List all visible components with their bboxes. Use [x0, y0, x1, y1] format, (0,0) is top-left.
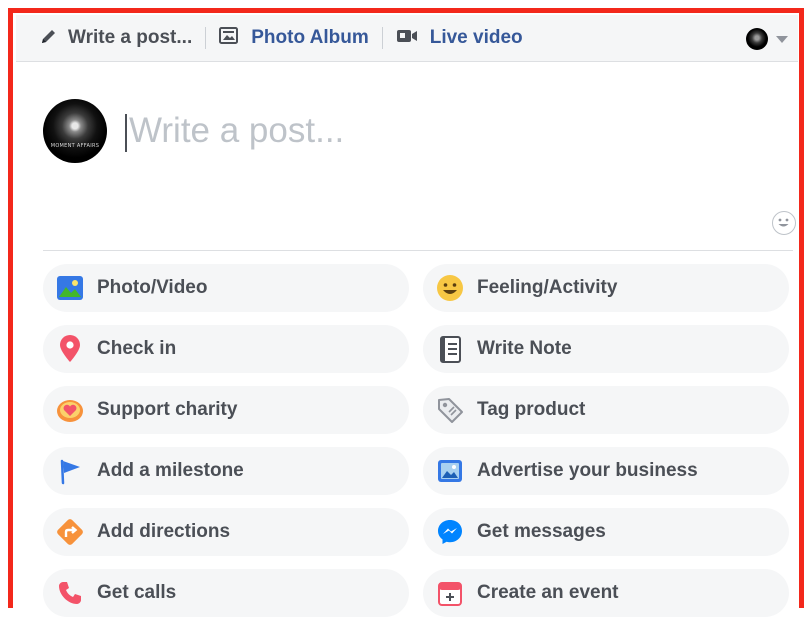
action-get-calls-label: Get calls: [97, 582, 177, 603]
smiley-face-icon[interactable]: [772, 211, 796, 235]
post-text-input[interactable]: [129, 107, 689, 155]
composer-divider: [43, 250, 793, 251]
action-support-charity-label: Support charity: [97, 399, 238, 420]
action-feeling-activity[interactable]: Feeling/Activity: [423, 264, 789, 312]
action-photo-video[interactable]: Photo/Video: [43, 264, 409, 312]
messenger-icon: [435, 517, 465, 547]
tab-photo-album-label: Photo Album: [251, 27, 369, 48]
advertise-icon: [435, 456, 465, 486]
action-get-messages[interactable]: Get messages: [423, 508, 789, 556]
action-get-messages-label: Get messages: [477, 521, 606, 542]
composer-body: MOMENT AFFAIRS: [13, 63, 799, 253]
price-tag-icon: [435, 395, 465, 425]
action-add-directions-label: Add directions: [97, 521, 231, 542]
calendar-event-icon: [435, 578, 465, 608]
tab-separator: [381, 27, 383, 49]
text-cursor: [125, 114, 127, 152]
action-write-note-label: Write Note: [477, 338, 572, 359]
directions-icon: [55, 517, 85, 547]
action-write-note[interactable]: Write Note: [423, 325, 789, 373]
feeling-emoji-icon: [435, 273, 465, 303]
video-camera-icon: [396, 28, 418, 49]
profile-avatar: MOMENT AFFAIRS: [43, 99, 107, 163]
action-feeling-activity-label: Feeling/Activity: [477, 277, 618, 298]
action-advertise-business[interactable]: Advertise your business: [423, 447, 789, 495]
tab-separator: [205, 27, 207, 49]
composer-frame: Write a post... Photo Album Live video M…: [8, 8, 804, 617]
composer-toolbar: Write a post... Photo Album Live video: [16, 15, 798, 62]
charity-heart-icon: [55, 395, 85, 425]
action-check-in[interactable]: Check in: [43, 325, 409, 373]
action-add-milestone-label: Add a milestone: [97, 460, 244, 481]
phone-icon: [55, 578, 85, 608]
location-pin-icon: [55, 334, 85, 364]
action-get-calls[interactable]: Get calls: [43, 569, 409, 617]
account-switcher[interactable]: [746, 28, 788, 50]
action-create-event[interactable]: Create an event: [423, 569, 789, 617]
photo-album-icon: [219, 26, 239, 50]
action-tag-product-label: Tag product: [477, 399, 586, 420]
avatar-brand-text: MOMENT AFFAIRS: [50, 143, 100, 149]
tab-live-video[interactable]: Live video: [396, 15, 523, 61]
action-support-charity[interactable]: Support charity: [43, 386, 409, 434]
tab-write-post-label: Write a post...: [68, 27, 193, 48]
tab-live-video-label: Live video: [429, 27, 523, 48]
flag-icon: [55, 456, 85, 486]
tab-photo-album[interactable]: Photo Album: [219, 15, 369, 61]
action-advertise-business-label: Advertise your business: [477, 460, 698, 481]
tab-write-post[interactable]: Write a post...: [16, 15, 192, 61]
action-photo-video-label: Photo/Video: [97, 277, 208, 298]
account-avatar: [746, 28, 768, 50]
notebook-icon: [435, 334, 465, 364]
action-tag-product[interactable]: Tag product: [423, 386, 789, 434]
action-add-directions[interactable]: Add directions: [43, 508, 409, 556]
chevron-down-icon: [776, 35, 788, 43]
action-add-milestone[interactable]: Add a milestone: [43, 447, 409, 495]
action-create-event-label: Create an event: [477, 582, 619, 603]
pencil-icon: [40, 27, 58, 50]
action-check-in-label: Check in: [97, 338, 177, 359]
photo-video-icon: [55, 273, 85, 303]
